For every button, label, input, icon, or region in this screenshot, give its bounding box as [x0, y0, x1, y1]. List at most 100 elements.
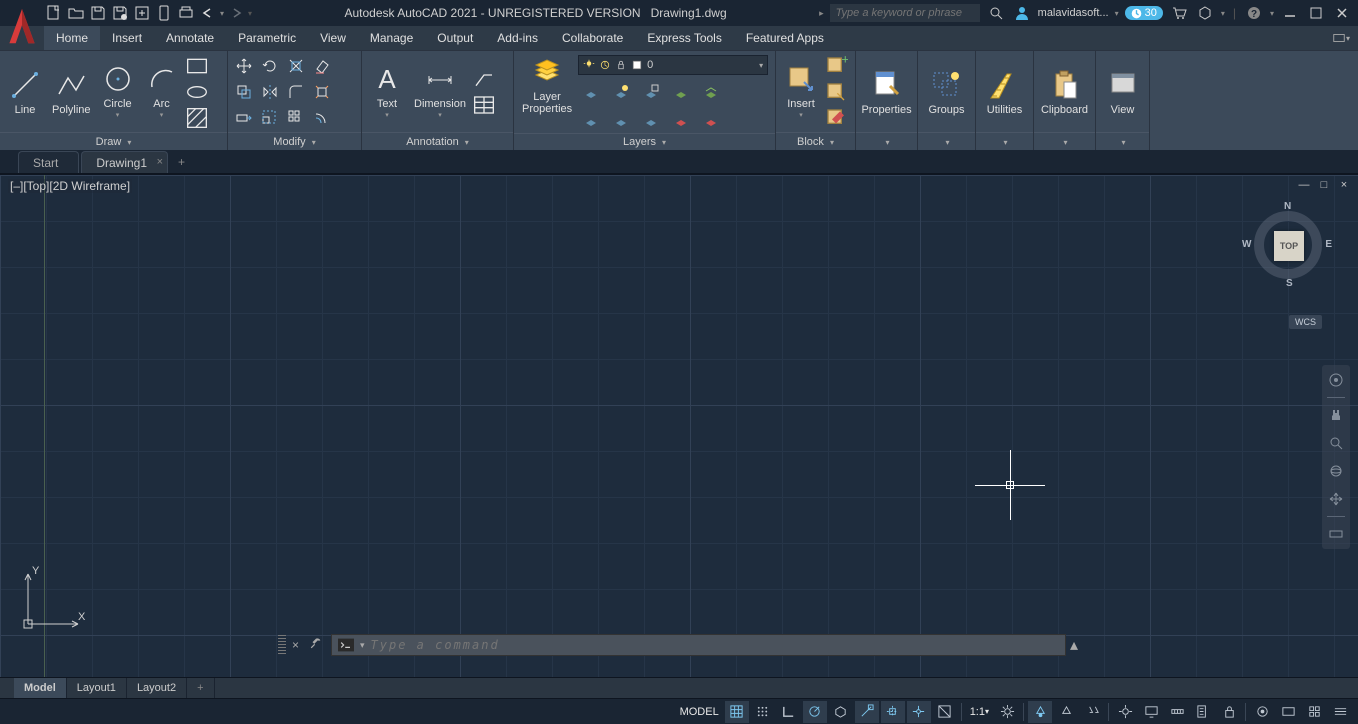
user-icon[interactable]: [1012, 3, 1032, 23]
nav-showmotion-icon[interactable]: [1325, 488, 1347, 510]
layer-state-icon[interactable]: [608, 109, 634, 131]
tab-output[interactable]: Output: [425, 26, 485, 50]
tab-drawing1[interactable]: Drawing1 ×: [81, 151, 168, 173]
line-button[interactable]: Line: [4, 66, 46, 118]
ellipse-icon[interactable]: [185, 80, 209, 104]
nav-zoom-icon[interactable]: [1325, 432, 1347, 454]
panel-layers-title[interactable]: Layers: [514, 133, 775, 150]
rectangle-icon[interactable]: [185, 54, 209, 78]
tab-annotate[interactable]: Annotate: [154, 26, 226, 50]
layout-tab-model[interactable]: Model: [14, 678, 67, 698]
status-scale[interactable]: 1:1 ▾: [966, 701, 993, 723]
status-otrack-icon[interactable]: [881, 701, 905, 723]
nav-more-icon[interactable]: [1325, 523, 1347, 545]
qat-saveas-icon[interactable]: [110, 3, 130, 23]
move-icon[interactable]: [232, 54, 256, 78]
search-icon[interactable]: [986, 3, 1006, 23]
status-customize-icon[interactable]: [1328, 701, 1352, 723]
status-snap-icon[interactable]: [751, 701, 775, 723]
tab-start[interactable]: Start: [18, 151, 79, 173]
layer-match-icon[interactable]: [668, 81, 694, 103]
status-transparency-icon[interactable]: [933, 701, 957, 723]
viewport-close-icon[interactable]: ×: [1336, 177, 1352, 193]
layer-properties-button[interactable]: Layer Properties: [518, 53, 576, 117]
layer-walk-icon[interactable]: [638, 109, 664, 131]
groups-button[interactable]: Groups: [924, 66, 968, 118]
commandline-history-icon[interactable]: ▴: [1070, 635, 1078, 655]
create-block-icon[interactable]: +: [824, 54, 848, 78]
scale-icon[interactable]: [258, 106, 282, 130]
tab-express[interactable]: Express Tools: [635, 26, 733, 50]
viewport-maximize-icon[interactable]: □: [1316, 177, 1332, 193]
clipboard-button[interactable]: Clipboard: [1038, 66, 1091, 118]
status-iso-icon[interactable]: [829, 701, 853, 723]
maximize-button[interactable]: [1306, 3, 1326, 23]
trial-badge[interactable]: 30: [1125, 6, 1163, 20]
fillet-icon[interactable]: [284, 80, 308, 104]
ribbon-expand-icon[interactable]: ▾: [1324, 26, 1358, 50]
layout-tab-layout2[interactable]: Layout2: [127, 678, 187, 698]
view-button[interactable]: View: [1102, 66, 1144, 118]
cart-icon[interactable]: [1169, 3, 1189, 23]
layer-change-icon[interactable]: [668, 109, 694, 131]
layout-tab-add[interactable]: +: [187, 678, 214, 698]
panel-properties-expand[interactable]: [856, 132, 917, 150]
panel-clipboard-expand[interactable]: [1034, 132, 1095, 150]
trim-icon[interactable]: [284, 54, 308, 78]
user-name[interactable]: malavidasoft...: [1038, 7, 1109, 19]
status-annoauto-icon[interactable]: [1080, 701, 1104, 723]
tab-view[interactable]: View: [308, 26, 358, 50]
status-annoscale-icon[interactable]: [1028, 701, 1052, 723]
rotate-icon[interactable]: [258, 54, 282, 78]
tab-parametric[interactable]: Parametric: [226, 26, 308, 50]
minimize-button[interactable]: [1280, 3, 1300, 23]
layout-tab-layout1[interactable]: Layout1: [67, 678, 127, 698]
edit-attr-icon[interactable]: [824, 106, 848, 130]
layer-merge-icon[interactable]: [698, 109, 724, 131]
tab-addins[interactable]: Add-ins: [485, 26, 550, 50]
wcs-badge[interactable]: WCS: [1289, 315, 1322, 329]
tab-manage[interactable]: Manage: [358, 26, 425, 50]
app-switcher-icon[interactable]: [1195, 3, 1215, 23]
nav-pan-icon[interactable]: [1325, 404, 1347, 426]
qat-redo-icon[interactable]: [226, 3, 246, 23]
status-grid-icon[interactable]: [725, 701, 749, 723]
hatch-icon[interactable]: [185, 106, 209, 130]
viewcube-face[interactable]: TOP: [1274, 231, 1304, 261]
qat-open-icon[interactable]: [66, 3, 86, 23]
qat-mobile-icon[interactable]: [154, 3, 174, 23]
commandline-close-icon[interactable]: ×: [290, 638, 301, 652]
status-osnap-icon[interactable]: [855, 701, 879, 723]
leader-icon[interactable]: [472, 67, 496, 91]
status-model[interactable]: MODEL: [676, 701, 723, 723]
mirror-icon[interactable]: [258, 80, 282, 104]
properties-button[interactable]: Properties: [860, 66, 913, 118]
qat-undo-icon[interactable]: [198, 3, 218, 23]
panel-annotation-title[interactable]: Annotation: [362, 132, 513, 150]
panel-groups-expand[interactable]: [918, 132, 975, 150]
array-icon[interactable]: [284, 106, 308, 130]
status-hwaccel-icon[interactable]: [1276, 701, 1300, 723]
panel-modify-title[interactable]: Modify: [228, 132, 361, 150]
commandline-settings-icon[interactable]: [305, 636, 327, 655]
panel-block-title[interactable]: Block: [776, 132, 855, 150]
status-qprop-icon[interactable]: [1191, 701, 1215, 723]
qat-save-icon[interactable]: [88, 3, 108, 23]
panel-utilities-expand[interactable]: [976, 132, 1033, 150]
nav-wheel-icon[interactable]: [1325, 369, 1347, 391]
tab-new-icon[interactable]: +: [170, 151, 193, 173]
edit-block-icon[interactable]: [824, 80, 848, 104]
status-annovis-icon[interactable]: [1054, 701, 1078, 723]
viewport-label[interactable]: [–][Top][2D Wireframe]: [8, 179, 132, 193]
view-cube[interactable]: TOP N S E W: [1248, 205, 1328, 285]
status-annomon-icon[interactable]: [1139, 701, 1163, 723]
copy-icon[interactable]: [232, 80, 256, 104]
help-icon[interactable]: ?: [1244, 3, 1264, 23]
status-lwt-icon[interactable]: [907, 701, 931, 723]
status-ortho-icon[interactable]: [777, 701, 801, 723]
status-isolate-icon[interactable]: [1250, 701, 1274, 723]
viewport-minimize-icon[interactable]: —: [1296, 177, 1312, 193]
panel-view-expand[interactable]: [1096, 132, 1149, 150]
utilities-button[interactable]: Utilities: [983, 66, 1026, 118]
tab-home[interactable]: Home: [44, 26, 100, 50]
